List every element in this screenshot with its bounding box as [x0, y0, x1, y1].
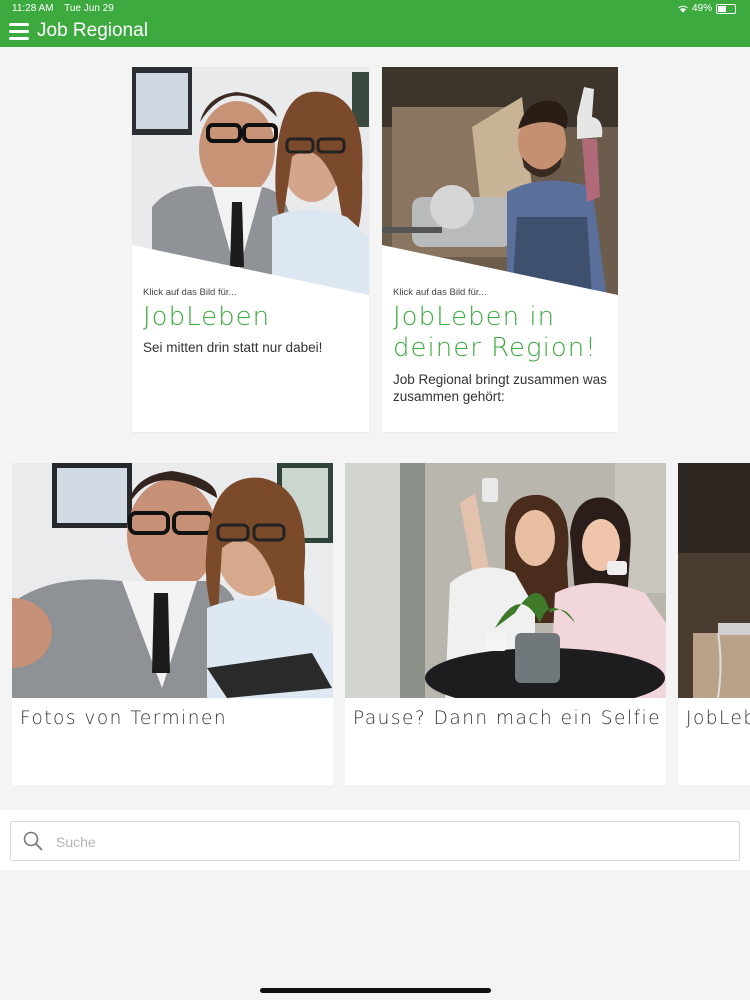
- search-icon: [23, 831, 43, 851]
- gallery-tile[interactable]: JobLeben: [678, 463, 750, 785]
- gallery-caption: Fotos von Terminen: [20, 708, 228, 729]
- gallery-caption: Pause? Dann mach ein Selfie: [353, 708, 662, 729]
- gallery-photo-workshop[interactable]: [678, 463, 750, 698]
- search-input[interactable]: [54, 830, 728, 854]
- search-box[interactable]: [10, 821, 740, 861]
- app-bar: 11:28 AM Tue Jun 29 49% Job Regional: [0, 0, 750, 47]
- wifi-icon: [678, 5, 688, 12]
- gallery-tile[interactable]: Pause? Dann mach ein Selfie: [345, 463, 666, 785]
- gallery-photo-business-couple[interactable]: [12, 463, 333, 698]
- card-hint: Klick auf das Bild für...: [393, 287, 487, 298]
- card-jobleben-region[interactable]: Klick auf das Bild für... JobLeben in de…: [382, 67, 618, 432]
- search-area: [0, 810, 750, 870]
- card-title[interactable]: JobLeben: [143, 302, 270, 333]
- card-jobleben[interactable]: Klick auf das Bild für... JobLeben Sei m…: [132, 67, 369, 432]
- gallery-tile[interactable]: Fotos von Terminen: [12, 463, 333, 785]
- status-time: 11:28 AM: [12, 3, 54, 14]
- hamburger-menu-icon[interactable]: [9, 23, 29, 40]
- home-indicator[interactable]: [260, 988, 491, 993]
- gallery-strip[interactable]: Fotos von Terminen Pause? Dann mach ein …: [0, 463, 750, 785]
- card-subtitle: Sei mitten drin statt nur dabei!: [143, 340, 323, 355]
- card-hint: Klick auf das Bild für...: [143, 287, 237, 298]
- status-bar: 11:28 AM Tue Jun 29: [12, 3, 122, 14]
- gallery-photo-selfie[interactable]: [345, 463, 666, 698]
- card-subtitle: Job Regional bringt zusammen was zusamme…: [393, 372, 607, 404]
- battery-percent: 49%: [691, 3, 712, 14]
- status-date: Tue Jun 29: [64, 3, 114, 14]
- card-title[interactable]: JobLeben in deiner Region!: [393, 302, 618, 364]
- battery-icon: [716, 3, 736, 14]
- gallery-caption: JobLeben: [686, 708, 750, 729]
- status-indicators: 49%: [678, 3, 736, 14]
- app-title: Job Regional: [37, 20, 148, 41]
